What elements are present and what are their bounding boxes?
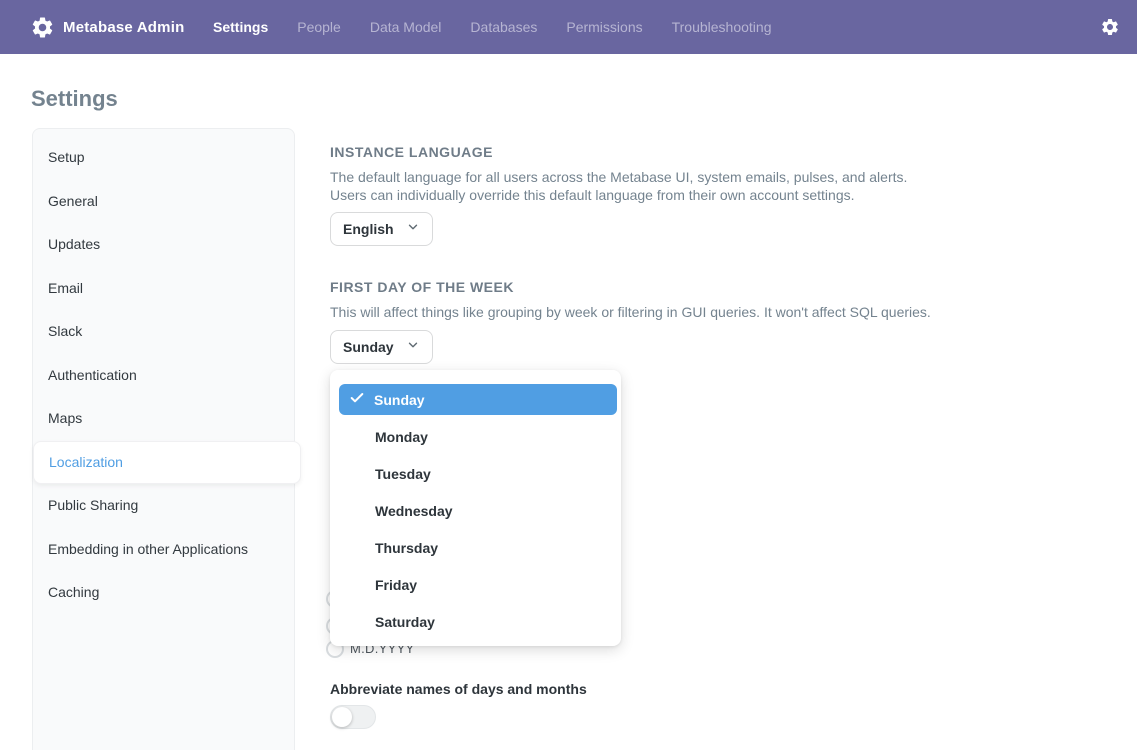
sidebar-item-embedding[interactable]: Embedding in other Applications (33, 528, 294, 572)
instance-language-description: The default language for all users acros… (330, 169, 946, 204)
sidebar-item-setup[interactable]: Setup (33, 136, 294, 180)
exit-admin-gear-icon[interactable] (1100, 0, 1120, 54)
chevron-down-icon (406, 220, 420, 239)
sidebar-item-general[interactable]: General (33, 180, 294, 224)
chevron-down-icon (406, 338, 420, 357)
nav-tab-data-model[interactable]: Data Model (370, 19, 442, 35)
sidebar-item-localization[interactable]: Localization (33, 441, 301, 485)
sidebar-item-updates[interactable]: Updates (33, 223, 294, 267)
metabase-gear-logo-icon (30, 15, 55, 40)
sidebar-item-maps[interactable]: Maps (33, 397, 294, 441)
dropdown-option-friday[interactable]: Friday (330, 566, 621, 603)
nav-links: Settings People Data Model Databases Per… (213, 0, 772, 54)
sidebar-item-authentication[interactable]: Authentication (33, 354, 294, 398)
sidebar-item-slack[interactable]: Slack (33, 310, 294, 354)
abbreviate-label: Abbreviate names of days and months (330, 681, 587, 697)
dropdown-option-thursday[interactable]: Thursday (330, 529, 621, 566)
nav-tab-permissions[interactable]: Permissions (566, 19, 642, 35)
nav-tab-settings[interactable]: Settings (213, 19, 268, 35)
dropdown-option-label: Sunday (374, 392, 425, 408)
dropdown-option-monday[interactable]: Monday (330, 418, 621, 455)
first-day-value: Sunday (343, 339, 394, 355)
metabase-admin-brand[interactable]: Metabase Admin (30, 0, 184, 54)
dropdown-option-tuesday[interactable]: Tuesday (330, 455, 621, 492)
first-day-select[interactable]: Sunday (330, 330, 433, 364)
dropdown-option-sunday[interactable]: Sunday (330, 381, 621, 418)
first-day-dropdown-panel: Sunday Monday Tuesday Wednesday Thursday… (330, 370, 621, 646)
instance-language-select[interactable]: English (330, 212, 433, 246)
selected-option-pill: Sunday (339, 384, 617, 415)
instance-language-value: English (343, 221, 394, 237)
sidebar-item-public-sharing[interactable]: Public Sharing (33, 484, 294, 528)
first-day-heading: FIRST DAY OF THE WEEK (330, 279, 514, 295)
check-icon (349, 390, 365, 409)
first-day-description: This will affect things like grouping by… (330, 304, 946, 322)
toggle-knob (332, 707, 352, 727)
nav-tab-people[interactable]: People (297, 19, 341, 35)
admin-navbar: Metabase Admin Settings People Data Mode… (0, 0, 1137, 54)
abbreviate-toggle[interactable] (330, 705, 376, 729)
dropdown-option-wednesday[interactable]: Wednesday (330, 492, 621, 529)
nav-tab-troubleshooting[interactable]: Troubleshooting (672, 19, 772, 35)
sidebar-item-caching[interactable]: Caching (33, 571, 294, 615)
dropdown-option-saturday[interactable]: Saturday (330, 603, 621, 640)
sidebar-item-email[interactable]: Email (33, 267, 294, 311)
nav-tab-databases[interactable]: Databases (470, 19, 537, 35)
instance-language-heading: INSTANCE LANGUAGE (330, 144, 493, 160)
brand-label: Metabase Admin (63, 19, 184, 36)
settings-sidebar: Setup General Updates Email Slack Authen… (32, 128, 295, 750)
page-title: Settings (31, 86, 118, 112)
